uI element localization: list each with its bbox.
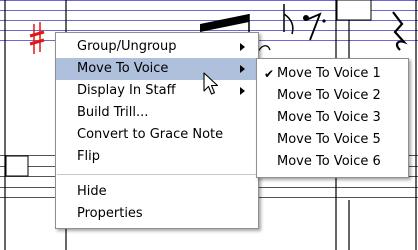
menu-item-flip[interactable]: Flip (56, 146, 258, 168)
menu-item-label: Properties (77, 206, 143, 221)
menu-separator (57, 174, 257, 175)
context-menu: Group/Ungroup Move To Voice Display In S… (55, 32, 259, 229)
submenu-item-voice-6[interactable]: Move To Voice 6 (257, 151, 408, 173)
mouse-pointer-icon (203, 72, 219, 95)
tie-icon (257, 45, 271, 53)
submenu-item-voice-2[interactable]: Move To Voice 2 (257, 85, 408, 107)
submenu-item-voice-1[interactable]: ✔ Move To Voice 1 (257, 63, 408, 85)
menu-item-move-to-voice[interactable]: Move To Voice (56, 58, 258, 80)
submenu-item-voice-5[interactable]: Move To Voice 5 (257, 129, 408, 151)
eighth-rest-icon[interactable] (303, 12, 326, 41)
menu-item-label: Flip (77, 149, 100, 164)
submenu-arrow-icon (240, 65, 245, 73)
menu-item-label: Move To Voice (77, 61, 169, 76)
measure-marker (336, 0, 372, 21)
menu-item-label: Display In Staff (77, 83, 176, 98)
submenu-item-label: Move To Voice 5 (277, 132, 381, 147)
submenu-arrow-icon (240, 43, 245, 51)
sharp-icon[interactable] (29, 22, 45, 54)
menu-item-hide[interactable]: Hide (56, 181, 258, 203)
menu-item-build-trill[interactable]: Build Trill... (56, 102, 258, 124)
measure-marker (5, 155, 29, 177)
submenu-item-label: Move To Voice 6 (277, 154, 381, 169)
submenu-arrow-icon (240, 87, 245, 95)
menu-item-display-in-staff[interactable]: Display In Staff (56, 80, 258, 102)
note-flag-icon[interactable] (283, 4, 294, 35)
submenu-item-label: Move To Voice 3 (277, 110, 381, 125)
voice-submenu: ✔ Move To Voice 1 Move To Voice 2 Move T… (256, 58, 409, 178)
menu-item-convert-to-grace-note[interactable]: Convert to Grace Note (56, 124, 258, 146)
menu-item-label: Build Trill... (77, 105, 149, 120)
submenu-item-voice-3[interactable]: Move To Voice 3 (257, 107, 408, 129)
menu-item-group-ungroup[interactable]: Group/Ungroup (56, 36, 258, 58)
menu-item-label: Group/Ungroup (77, 39, 177, 54)
submenu-item-label: Move To Voice 2 (277, 88, 381, 103)
submenu-item-label: Move To Voice 1 (277, 66, 381, 81)
menu-item-label: Hide (77, 184, 107, 199)
note-beam[interactable] (200, 14, 249, 32)
checkmark-icon: ✔ (263, 67, 275, 81)
menu-item-properties[interactable]: Properties (56, 203, 258, 225)
menu-item-label: Convert to Grace Note (77, 127, 224, 142)
